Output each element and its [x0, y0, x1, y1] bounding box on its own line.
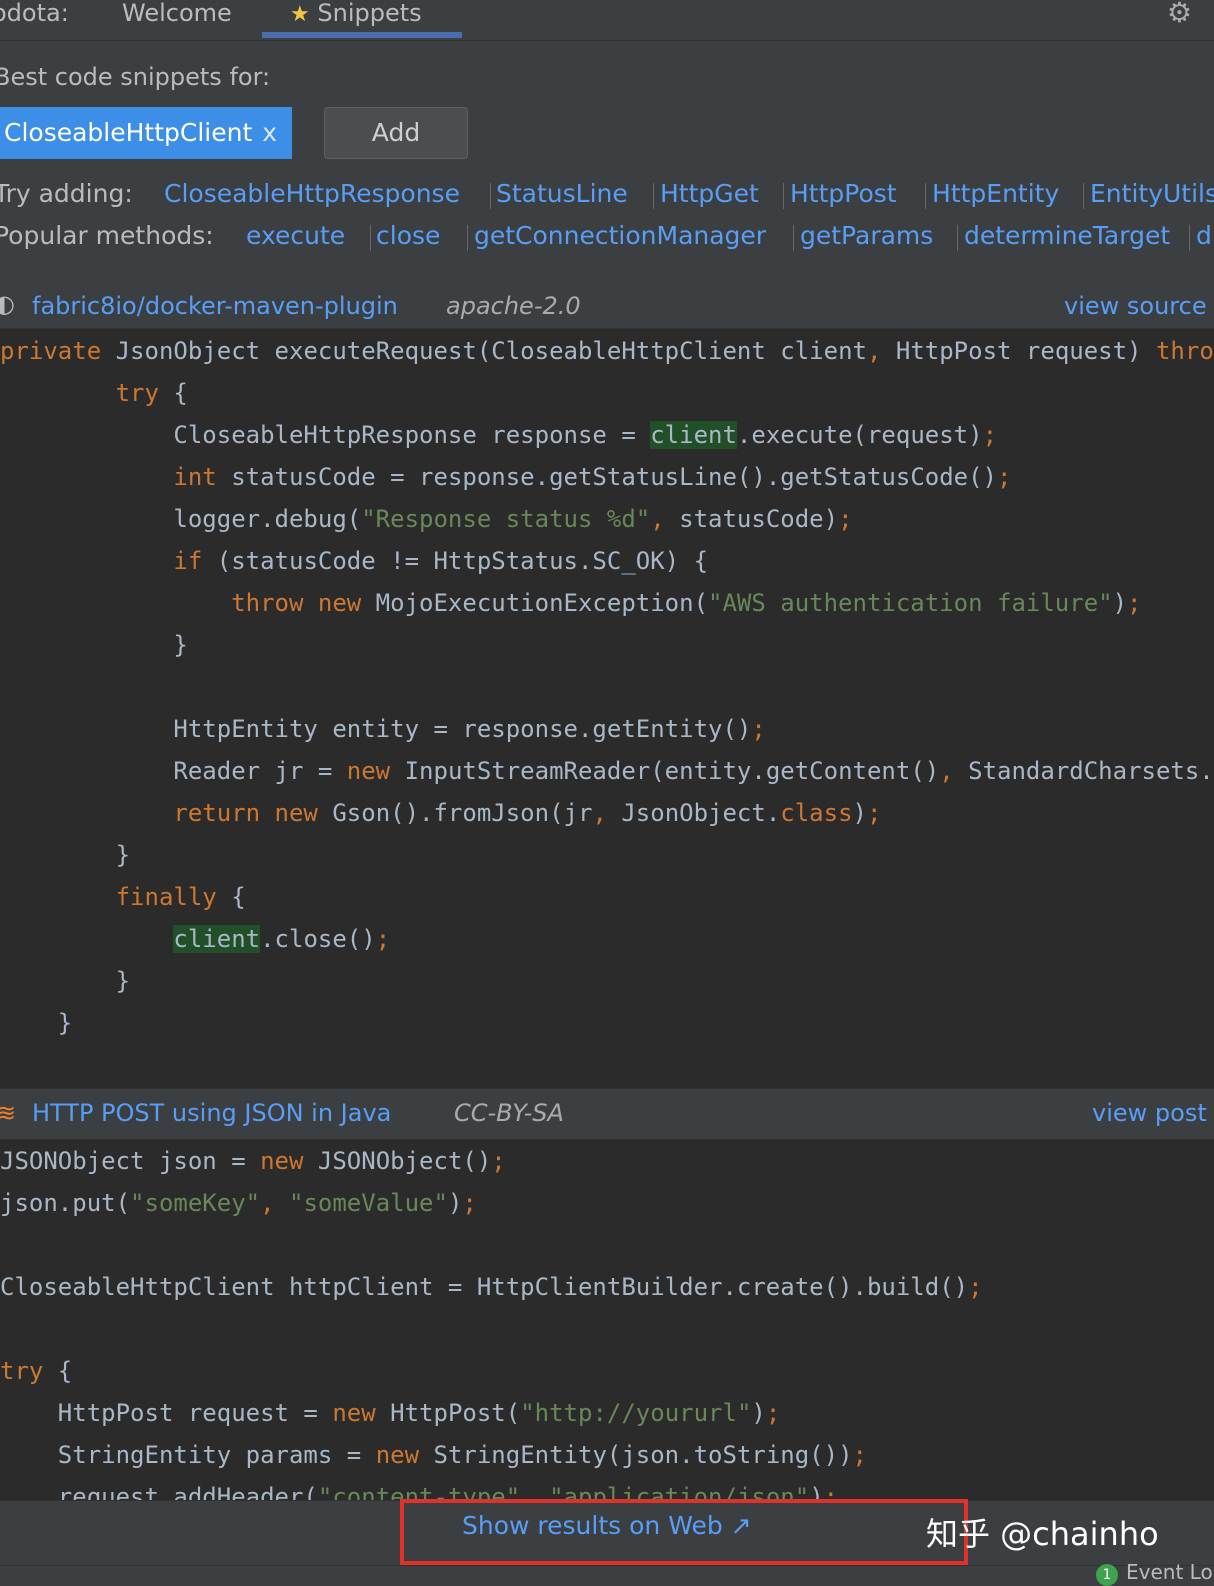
code-line: logger.debug("Response status %d", statu… [0, 505, 853, 533]
code-line: if (statusCode != HttpStatus.SC_OK) { [173, 547, 709, 575]
divider [653, 183, 654, 209]
code-line: client.close(); [173, 925, 391, 953]
code-snippet-1: private JsonObject executeRequest(Closea… [0, 330, 1214, 1068]
search-header: Best code snippets for: CloseableHttpCli… [0, 41, 1214, 329]
view-source-link[interactable]: view source [1064, 292, 1207, 320]
code-line: private JsonObject executeRequest(Closea… [0, 337, 1214, 365]
code-line: throw new MojoExecutionException("AWS au… [231, 589, 1142, 617]
best-snippets-label: Best code snippets for: [0, 63, 271, 91]
tab-bar: odota: Welcome ★ Snippets ⚙ [0, 0, 1214, 41]
code-line: JSONObject json = new JSONObject(); [0, 1147, 506, 1175]
code-line: try { [115, 379, 188, 407]
divider [1189, 225, 1190, 251]
code-line: CloseableHttpClient httpClient = HttpCli… [0, 1273, 983, 1301]
tab-snippets[interactable]: ★ Snippets [262, 0, 462, 40]
selected-class-chip[interactable]: CloseableHttpClient x [0, 107, 292, 159]
method-link[interactable]: execute [246, 221, 345, 250]
star-icon: ★ [290, 2, 310, 27]
stackoverflow-icon: ≋ [0, 1099, 17, 1127]
license-label: CC-BY-SA [454, 1099, 564, 1127]
tab-welcome[interactable]: Welcome [122, 0, 232, 26]
code-snippet-2: JSONObject json = new JSONObject(); json… [0, 1140, 1214, 1502]
code-line: return new Gson().fromJson(jr, JsonObjec… [173, 799, 882, 827]
method-link[interactable]: determineTarget [964, 221, 1170, 250]
divider [490, 183, 491, 209]
active-tab-indicator [262, 32, 462, 38]
code-line: HttpEntity entity = response.getEntity()… [0, 715, 766, 743]
code-line: } [0, 1009, 73, 1037]
suggestion-link[interactable]: CloseableHttpResponse [164, 179, 460, 208]
divider [1083, 183, 1084, 209]
results-footer: Show results on Web ↗ 知乎 @chainho 1 Even… [0, 1499, 1214, 1586]
suggestion-link[interactable]: StatusLine [496, 179, 628, 208]
try-adding-label: Try adding: [0, 179, 133, 208]
snippet-source-bar-2: ≋ HTTP POST using JSON in Java CC-BY-SA … [0, 1088, 1214, 1140]
suggestion-link[interactable]: EntityUtils [1090, 179, 1214, 208]
remove-chip-icon[interactable]: x [262, 118, 277, 147]
tab-snippets-label: Snippets [317, 0, 422, 27]
repo-link[interactable]: fabric8io/docker-maven-plugin [32, 292, 398, 320]
divider [783, 183, 784, 209]
code-line: HttpPost request = new HttpPost("http://… [0, 1399, 781, 1427]
license-label: apache-2.0 [446, 292, 581, 320]
divider [793, 225, 794, 251]
suggestion-link[interactable]: HttpPost [790, 179, 897, 208]
try-adding-row: Try adding: [0, 179, 133, 208]
code-line: json.put("someKey", "someValue"); [0, 1189, 477, 1217]
code-line: } [0, 631, 188, 659]
selected-class-label: CloseableHttpClient [4, 118, 253, 147]
code-line: StringEntity params = new StringEntity(j… [0, 1441, 867, 1469]
add-button[interactable]: Add [324, 107, 468, 159]
method-link[interactable]: d [1196, 221, 1212, 250]
gear-icon[interactable]: ⚙ [1167, 0, 1192, 27]
suggestion-link[interactable]: HttpEntity [932, 179, 1059, 208]
popular-methods-row: Popular methods: [0, 221, 214, 250]
code-line: Reader jr = new InputStreamReader(entity… [0, 757, 1214, 785]
tool-window-title: odota: [0, 0, 69, 27]
event-count-badge: 1 [1096, 1564, 1118, 1586]
divider [925, 183, 926, 209]
view-post-link[interactable]: view post [1092, 1099, 1207, 1127]
code-line: try { [0, 1357, 73, 1385]
event-log-button[interactable]: Event Lo [1126, 1560, 1213, 1584]
code-line: CloseableHttpResponse response = client.… [0, 421, 998, 449]
code-line: } [0, 841, 131, 869]
code-line: finally { [115, 883, 246, 911]
watermark: 知乎 @chainho [926, 1515, 1159, 1553]
code-line: int statusCode = response.getStatusLine(… [173, 463, 1012, 491]
method-link[interactable]: getParams [800, 221, 933, 250]
status-bar: 1 Event Lo [0, 1560, 1214, 1586]
highlight-annotation-box [400, 1499, 968, 1565]
suggestion-link[interactable]: HttpGet [660, 179, 759, 208]
method-link[interactable]: close [376, 221, 440, 250]
divider [467, 225, 468, 251]
method-link[interactable]: getConnectionManager [474, 221, 766, 250]
snippet-source-bar: ◐ fabric8io/docker-maven-plugin apache-2… [0, 288, 1214, 329]
post-title-link[interactable]: HTTP POST using JSON in Java [32, 1099, 391, 1127]
divider [957, 225, 958, 251]
code-line: } [0, 967, 131, 995]
popular-methods-label: Popular methods: [0, 221, 214, 250]
divider [370, 225, 371, 251]
github-icon: ◐ [0, 290, 15, 318]
